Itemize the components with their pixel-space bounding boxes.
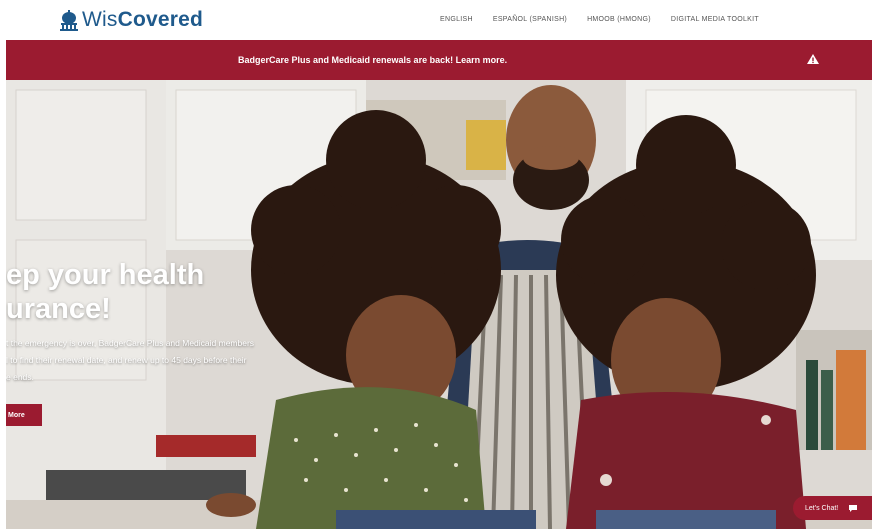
hero-title-line-1: ep your health: [6, 259, 205, 291]
site-logo[interactable]: WisCovered: [58, 7, 203, 33]
logo-prefix: Wis: [82, 8, 118, 31]
hero-description: t the emergency is over, BadgerCare Plus…: [6, 335, 321, 386]
hero-title: ep your health urance!: [6, 258, 204, 326]
language-nav: English Español (Spanish) Hmoob (Hmong) …: [440, 13, 779, 27]
logo-text: WisCovered: [82, 7, 203, 33]
chat-label: Let's Chat!: [805, 504, 839, 512]
alert-banner: BadgerCare Plus and Medicaid renewals ar…: [6, 40, 872, 80]
nav-digital-media-toolkit[interactable]: Digital Media Toolkit: [671, 13, 759, 27]
chat-bubble-icon: [849, 504, 858, 512]
hero-desc-line-3: e ends.: [6, 372, 34, 382]
site-header: WisCovered English Español (Spanish) Hmo…: [0, 0, 872, 40]
hero-title-line-2: urance!: [6, 293, 111, 325]
chat-button[interactable]: Let's Chat!: [793, 496, 872, 520]
nav-spanish[interactable]: Español (Spanish): [493, 13, 567, 27]
warning-icon[interactable]: [806, 52, 820, 66]
hero-desc-line-1: t the emergency is over, BadgerCare Plus…: [6, 338, 255, 348]
capitol-logo-icon: [60, 10, 78, 31]
nav-hmong[interactable]: Hmoob (Hmong): [587, 13, 651, 27]
hero-desc-line-2: l to find their renewal date, and renew …: [6, 355, 247, 365]
learn-more-button[interactable]: More: [6, 404, 42, 426]
nav-english[interactable]: English: [440, 13, 473, 27]
logo-suffix: Covered: [117, 8, 204, 31]
hero-section: ep your health urance! t the emergency i…: [6, 80, 872, 529]
banner-link[interactable]: BadgerCare Plus and Medicaid renewals ar…: [238, 53, 507, 67]
